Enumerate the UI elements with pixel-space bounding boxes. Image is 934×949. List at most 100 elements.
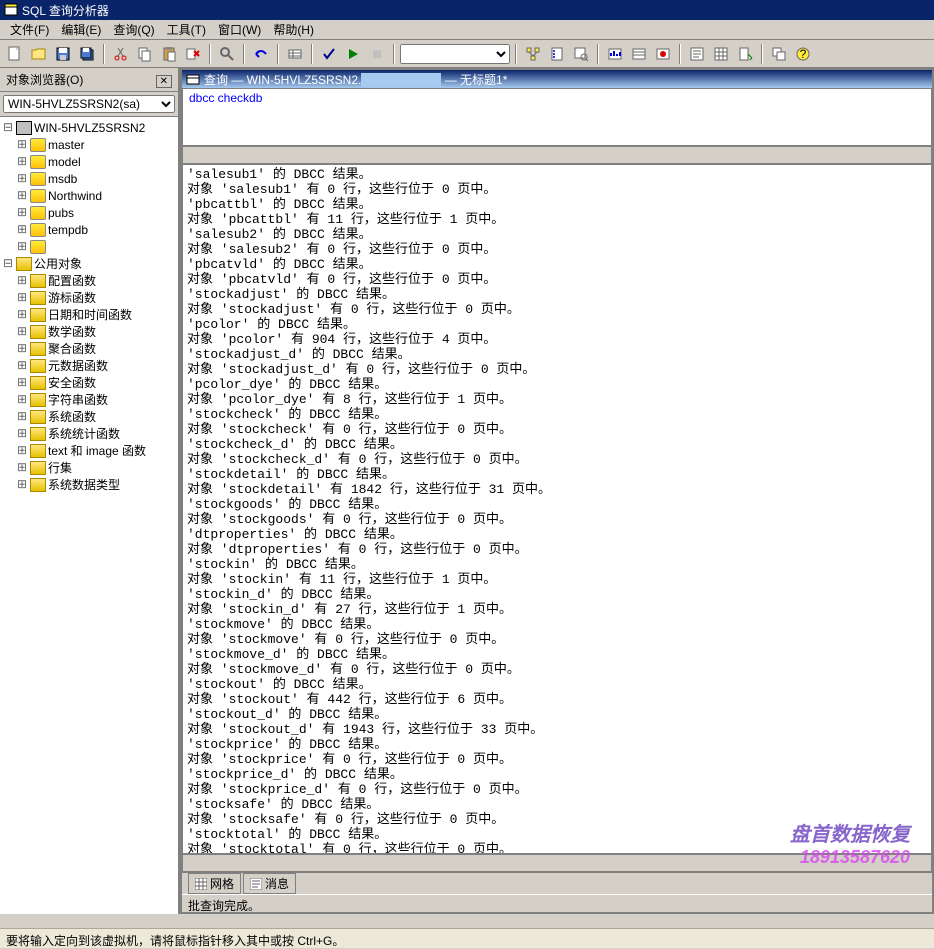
expand-icon[interactable]: ⊞	[16, 426, 28, 441]
document-title: 查询 — WIN-5HVLZ5SRSN2....................…	[204, 71, 507, 88]
toolbar: ?	[0, 40, 934, 68]
watermark: 盘首数据恢复 18913587620	[790, 818, 910, 868]
server-icon	[16, 121, 32, 135]
tree-folder-5[interactable]: ⊞元数据函数	[2, 357, 176, 374]
save-button[interactable]	[52, 43, 74, 65]
expand-icon[interactable]: ⊞	[16, 154, 28, 169]
tree-folder-11[interactable]: ⊞行集	[2, 459, 176, 476]
show-client-stats-button[interactable]	[652, 43, 674, 65]
tree-common[interactable]: ⊟公用对象	[2, 255, 176, 272]
tab-grid[interactable]: 网格	[188, 873, 241, 894]
stop-button[interactable]	[366, 43, 388, 65]
tree-folder-7[interactable]: ⊞字符串函数	[2, 391, 176, 408]
help-button[interactable]: ?	[792, 43, 814, 65]
menu-edit[interactable]: 编辑(E)	[55, 19, 107, 40]
tree-folder-6[interactable]: ⊞安全函数	[2, 374, 176, 391]
expand-icon[interactable]: ⊞	[16, 375, 28, 390]
expand-icon[interactable]: ⊞	[16, 188, 28, 203]
undo-button[interactable]	[250, 43, 272, 65]
tab-messages[interactable]: 消息	[243, 873, 296, 894]
tree-db-3[interactable]: ⊞Northwind	[2, 187, 176, 204]
tree-folder-3[interactable]: ⊞ 数学函数	[2, 323, 176, 340]
results-file-button[interactable]	[734, 43, 756, 65]
folder-icon	[30, 274, 46, 288]
expand-icon[interactable]: ⊞	[16, 392, 28, 407]
expand-icon[interactable]: ⊞	[16, 358, 28, 373]
expand-icon[interactable]: ⊞	[16, 307, 28, 322]
object-browser-button[interactable]	[546, 43, 568, 65]
expand-icon[interactable]: ⊞	[16, 290, 28, 305]
new-query-button[interactable]	[4, 43, 26, 65]
object-browser-title: 对象浏览器(O)	[6, 71, 83, 88]
tree-db-0[interactable]: ⊞master	[2, 136, 176, 153]
results-pane[interactable]: 'salesub1' 的 DBCC 结果。 对象 'salesub1' 有 0 …	[182, 164, 932, 854]
paste-button[interactable]	[158, 43, 180, 65]
expand-icon[interactable]: ⊞	[16, 409, 28, 424]
tree-db-6[interactable]: ⊞	[2, 238, 176, 255]
tree-folder-12[interactable]: ⊞系统数据类型	[2, 476, 176, 493]
execute-button[interactable]	[342, 43, 364, 65]
expand-icon[interactable]: ⊞	[16, 205, 28, 220]
tree-folder-10[interactable]: ⊞text 和 image 函数	[2, 442, 176, 459]
object-browser-title-bar: 对象浏览器(O) ✕	[0, 68, 178, 92]
expand-icon[interactable]: ⊞	[16, 477, 28, 492]
window-list-button[interactable]	[768, 43, 790, 65]
expand-icon[interactable]: ⊞	[16, 171, 28, 186]
cut-button[interactable]	[110, 43, 132, 65]
expand-icon[interactable]: ⊞	[16, 222, 28, 237]
folder-icon	[30, 342, 46, 356]
expand-icon[interactable]: ⊞	[16, 137, 28, 152]
database-combo[interactable]	[400, 44, 510, 64]
copy-button[interactable]	[134, 43, 156, 65]
show-trace-button[interactable]	[628, 43, 650, 65]
tree-label: 日期和时间函数	[48, 306, 132, 323]
estimated-plan-button[interactable]	[522, 43, 544, 65]
tree-label: 游标函数	[48, 289, 96, 306]
execute-mode-button[interactable]	[284, 43, 306, 65]
parse-button[interactable]	[318, 43, 340, 65]
tree-db-4[interactable]: ⊞pubs	[2, 204, 176, 221]
sql-editor[interactable]: dbcc checkdb	[182, 88, 932, 146]
close-panel-icon[interactable]: ✕	[156, 75, 172, 88]
menu-query[interactable]: 查询(Q)	[107, 19, 160, 40]
results-grid-button[interactable]	[710, 43, 732, 65]
open-button[interactable]	[28, 43, 50, 65]
expand-icon[interactable]: ⊟	[2, 256, 14, 271]
tree-folder-9[interactable]: ⊞系统统计函数	[2, 425, 176, 442]
display-plan-button[interactable]	[604, 43, 626, 65]
menu-help[interactable]: 帮助(H)	[267, 19, 320, 40]
object-tree[interactable]: ⊟WIN-5HVLZ5SRSN2⊞master⊞model⊞msdb⊞North…	[0, 117, 178, 914]
expand-icon[interactable]: ⊞	[16, 443, 28, 458]
tree-db-1[interactable]: ⊞model	[2, 153, 176, 170]
expand-icon[interactable]: ⊞	[16, 341, 28, 356]
menu-bar: 文件(F) 编辑(E) 查询(Q) 工具(T) 窗口(W) 帮助(H)	[0, 20, 934, 40]
connection-combo[interactable]: WIN-5HVLZ5SRSN2(sa)	[3, 95, 175, 113]
menu-file[interactable]: 文件(F)	[4, 19, 55, 40]
expand-icon[interactable]: ⊞	[16, 239, 28, 254]
expand-icon[interactable]: ⊞	[16, 273, 28, 288]
tree-folder-2[interactable]: ⊞ 日期和时间函数	[2, 306, 176, 323]
results-text-button[interactable]	[686, 43, 708, 65]
svg-text:?: ?	[800, 47, 807, 61]
expand-icon[interactable]: ⊟	[2, 120, 14, 135]
folder-icon	[16, 257, 32, 271]
tree-folder-4[interactable]: ⊞聚合函数	[2, 340, 176, 357]
tree-label: 数学函数	[48, 323, 96, 340]
folder-icon	[30, 308, 46, 322]
clear-button[interactable]	[182, 43, 204, 65]
tree-folder-8[interactable]: ⊞系统函数	[2, 408, 176, 425]
find-button[interactable]	[216, 43, 238, 65]
tree-server[interactable]: ⊟WIN-5HVLZ5SRSN2	[2, 119, 176, 136]
tree-folder-0[interactable]: ⊞配置函数	[2, 272, 176, 289]
save-all-button[interactable]	[76, 43, 98, 65]
expand-icon[interactable]: ⊞	[16, 324, 28, 339]
tree-db-2[interactable]: ⊞ msdb	[2, 170, 176, 187]
object-search-button[interactable]	[570, 43, 592, 65]
menu-tools[interactable]: 工具(T)	[161, 19, 212, 40]
expand-icon[interactable]: ⊞	[16, 460, 28, 475]
tree-folder-1[interactable]: ⊞ 游标函数	[2, 289, 176, 306]
tree-db-5[interactable]: ⊞tempdb	[2, 221, 176, 238]
tree-label: msdb	[48, 172, 77, 186]
sql-scrollbar-horizontal[interactable]	[182, 146, 932, 164]
menu-window[interactable]: 窗口(W)	[212, 19, 267, 40]
